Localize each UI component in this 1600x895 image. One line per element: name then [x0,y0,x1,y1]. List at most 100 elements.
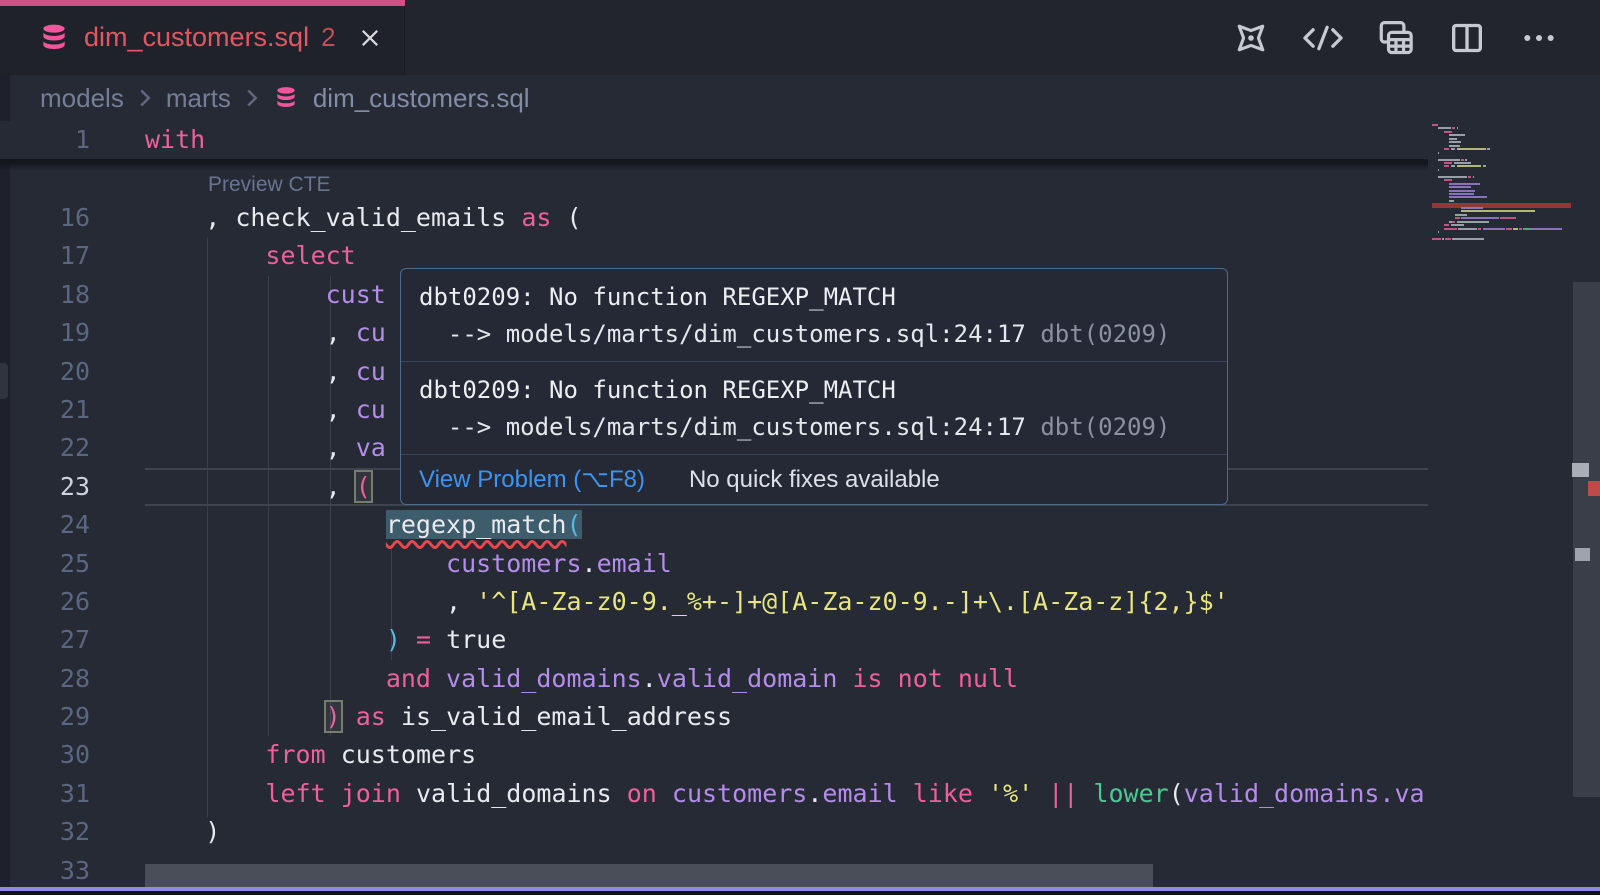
breadcrumb-item-file[interactable]: dim_customers.sql [313,83,530,114]
minimap-line [1438,152,1439,154]
breadcrumb-item-marts[interactable]: marts [166,83,231,114]
line-number[interactable]: 30 [0,736,90,774]
chevron-right-icon [138,88,152,108]
no-quick-fixes-label: No quick fixes available [689,466,940,494]
code-line[interactable]: 30 from customers [0,736,1600,774]
minimap-line [1449,186,1471,188]
code-text: left join valid_domains on customers.ema… [145,775,1425,813]
line-number[interactable]: 21 [0,391,90,429]
line-number[interactable]: 33 [0,852,90,890]
sticky-scroll-shadow [0,159,1428,171]
minimap-line [1449,196,1487,198]
minimap-line [1458,228,1477,230]
minimap-line [1506,228,1512,230]
code-text: , check_valid_emails as ( [145,199,582,237]
breadcrumb-item-models[interactable]: models [40,83,124,114]
line-number[interactable]: 27 [0,621,90,659]
minimap-line [1468,176,1471,178]
line-number[interactable]: 32 [0,813,90,851]
more-actions-icon[interactable] [1516,15,1562,61]
minimap-line [1444,162,1453,164]
code-line[interactable]: 31 left join valid_domains on customers.… [0,775,1600,813]
query-results-icon[interactable] [1372,15,1418,61]
code-line[interactable]: 26 , '^[A-Za-z0-9._%+-]+@[A-Za-z0-9.-]+\… [0,583,1600,621]
line-number[interactable]: 19 [0,314,90,352]
minimap-line [1444,179,1453,181]
minimap-line [1444,165,1450,167]
minimap-line [1449,145,1459,147]
minimap-line [1449,193,1474,195]
minimap-line [1451,224,1464,226]
minimap-line [1461,210,1535,212]
tab-dim-customers-sql[interactable]: dim_customers.sql 2 [0,0,405,75]
line-number[interactable]: 31 [0,775,90,813]
code-text: and valid_domains.valid_domain is not nu… [145,660,1018,698]
minimap-line [1452,127,1455,129]
line-number[interactable]: 28 [0,660,90,698]
minimap-line [1449,141,1461,143]
code-text: from customers [145,736,476,774]
minimap-line [1432,238,1441,240]
code-line[interactable]: 28 and valid_domains.valid_domain is not… [0,660,1600,698]
minimap[interactable] [1428,118,1573,895]
minimap-error-line [1432,203,1571,208]
sticky-code: with [145,121,205,159]
tab-bar: dim_customers.sql 2 [0,0,1600,75]
minimap-line [1461,159,1464,161]
code-line[interactable]: 16 , check_valid_emails as ( [0,199,1600,237]
minimap-line [1457,165,1482,167]
code-text: cust [145,276,386,314]
minimap-line [1452,238,1484,240]
code-text: , ( [145,468,371,506]
bottom-edge [0,891,1600,895]
overview-ruler-error-mark [1588,481,1600,496]
line-number[interactable]: 20 [0,353,90,391]
line-number[interactable]: 29 [0,698,90,736]
line-number[interactable]: 26 [0,583,90,621]
minimap-line [1478,228,1481,230]
vertical-scrollbar[interactable] [1573,282,1600,797]
split-editor-icon[interactable] [1444,15,1490,61]
line-number[interactable]: 24 [0,506,90,544]
line-number[interactable]: 23 [0,468,90,506]
minimap-line [1444,148,1450,150]
close-icon[interactable] [358,26,382,50]
line-number[interactable]: 1 [0,121,90,159]
minimap-line [1451,165,1455,167]
line-number[interactable]: 18 [0,276,90,314]
code-text: ) as is_valid_email_address [145,698,732,736]
code-text: ) = true [145,621,506,659]
minimap-line [1441,159,1460,161]
minimap-line [1449,183,1479,185]
code-line[interactable]: 24 regexp_match( [0,506,1600,544]
code-icon[interactable] [1300,15,1346,61]
left-rail-handle [0,363,8,399]
dbt-icon[interactable] [1228,15,1274,61]
preview-cte-codelens[interactable]: Preview CTE [208,173,331,197]
code-text: regexp_match( [145,506,582,544]
minimap-line [1487,148,1490,150]
minimap-line [1438,231,1439,233]
code-line[interactable]: 27 ) = true [0,621,1600,659]
minimap-line [1457,221,1489,223]
code-text: ) [145,813,220,851]
minimap-line [1444,224,1450,226]
database-icon [38,22,70,54]
minimap-line [1442,238,1443,240]
code-text: customers.email [145,545,672,583]
tooltip-status-bar: View Problem (⌥F8) No quick fixes availa… [401,455,1227,504]
code-line[interactable]: 32 ) [0,813,1600,851]
minimap-line [1449,200,1453,202]
code-line[interactable]: 25 customers.email [0,545,1600,583]
code-text: , cu [145,391,386,429]
view-problem-link[interactable]: View Problem (⌥F8) [419,465,645,494]
code-text: , '^[A-Za-z0-9._%+-]+@[A-Za-z0-9.-]+\.[A… [145,583,1229,621]
minimap-line [1457,148,1486,150]
minimap-line [1445,238,1451,240]
code-line[interactable]: 29 ) as is_valid_email_address [0,698,1600,736]
line-number[interactable]: 25 [0,545,90,583]
sticky-scroll-line[interactable]: 1 with [0,121,1428,159]
line-number[interactable]: 22 [0,429,90,467]
code-text: , cu [145,353,386,391]
minimap-line [1500,217,1516,219]
